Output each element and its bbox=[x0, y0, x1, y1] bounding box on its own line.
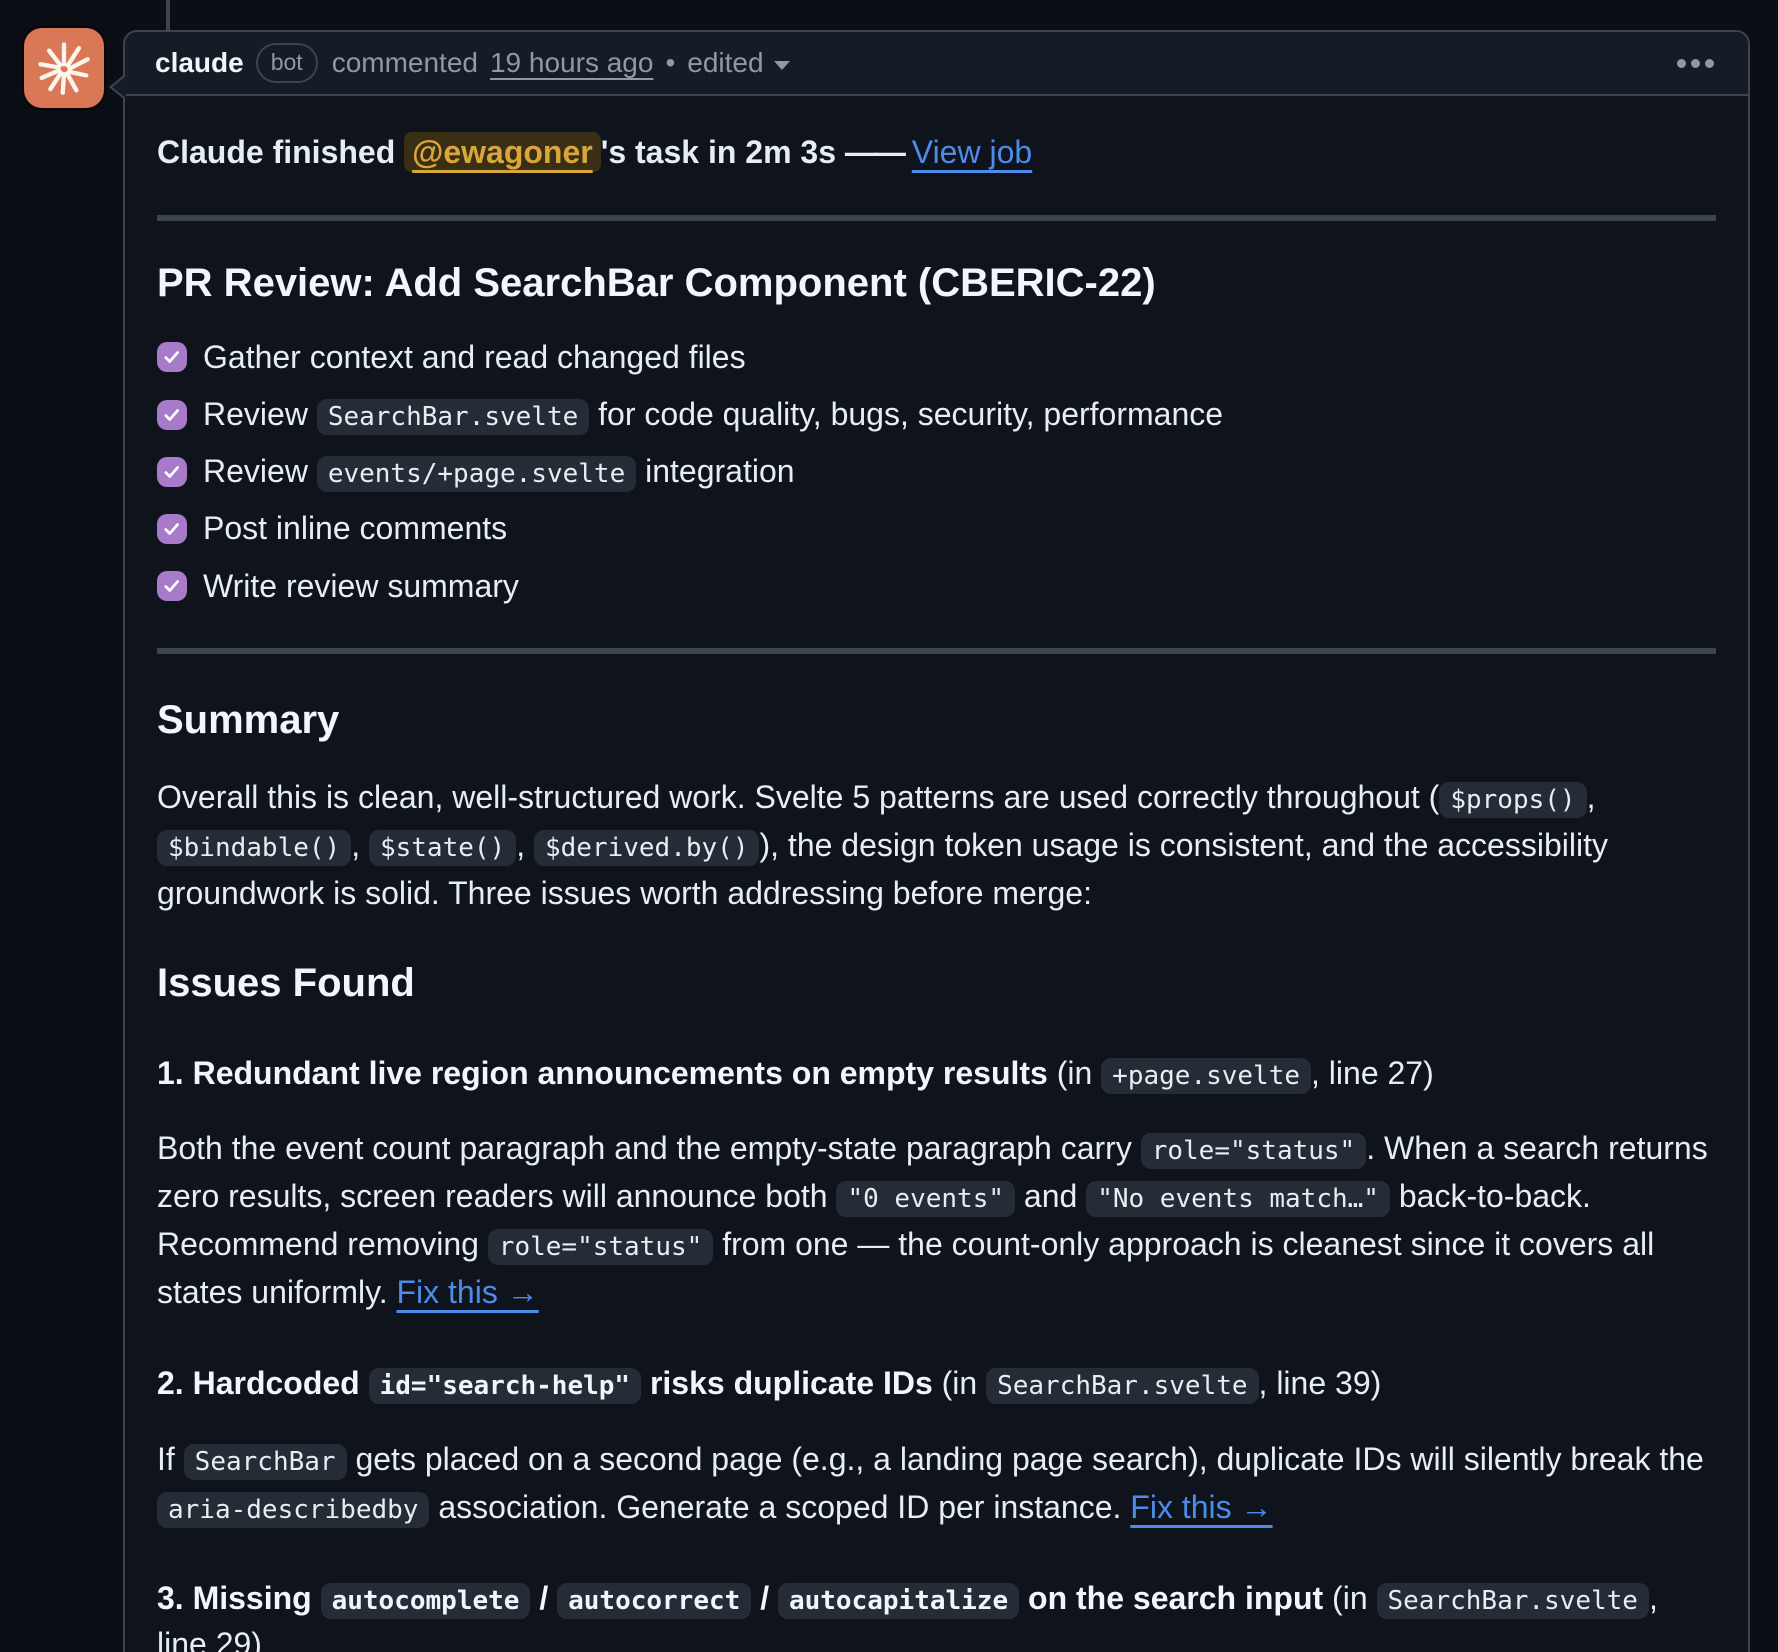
issue-block: 2. Hardcoded id="search-help" risks dupl… bbox=[157, 1360, 1716, 1530]
summary-paragraph: Overall this is clean, well-structured w… bbox=[157, 773, 1716, 917]
timestamp-link[interactable]: 19 hours ago bbox=[490, 47, 653, 79]
inline-code: SearchBar bbox=[184, 1444, 347, 1480]
bold-inline-code: autocorrect bbox=[557, 1580, 751, 1616]
inline-code: SearchBar.svelte bbox=[317, 399, 589, 435]
fix-this-link[interactable]: Fix this → bbox=[396, 1274, 538, 1310]
bold-text: on the search input bbox=[1019, 1580, 1323, 1616]
divider bbox=[157, 215, 1716, 221]
inline-code: $state() bbox=[369, 830, 516, 866]
comment-author[interactable]: claude bbox=[155, 47, 244, 79]
comment-card: claude bot commented 19 hours ago • edit… bbox=[123, 30, 1750, 1652]
issue-block: 3. Missing autocomplete / autocorrect / … bbox=[157, 1575, 1716, 1652]
inline-code: role="status" bbox=[1141, 1133, 1367, 1169]
checklist-item-label: Review events/+page.svelte integration bbox=[203, 450, 795, 493]
inline-code: SearchBar.svelte bbox=[986, 1368, 1258, 1404]
comment-header: claude bot commented 19 hours ago • edit… bbox=[125, 32, 1748, 96]
dot-separator: • bbox=[665, 47, 675, 79]
fix-this-link[interactable]: Fix this → bbox=[1130, 1489, 1272, 1525]
inline-code: $derived.by() bbox=[534, 830, 760, 866]
user-mention-link[interactable]: @ewagoner bbox=[404, 132, 601, 172]
issue-title: 1. Redundant live region announcements o… bbox=[157, 1050, 1716, 1096]
dash-separator: —— bbox=[845, 134, 903, 170]
checkbox-checked-icon bbox=[157, 571, 187, 601]
pr-review-title: PR Review: Add SearchBar Component (CBER… bbox=[157, 261, 1716, 306]
checklist-item-label: Write review summary bbox=[203, 565, 519, 608]
inline-code: "0 events" bbox=[836, 1181, 1015, 1217]
inline-code: $props() bbox=[1439, 782, 1586, 818]
checkbox-checked-icon bbox=[157, 514, 187, 544]
issues-found-heading: Issues Found bbox=[157, 961, 1716, 1006]
bold-text: 3. Missing bbox=[157, 1580, 321, 1616]
inline-code: role="status" bbox=[488, 1229, 714, 1265]
bold-inline-code: id="search-help" bbox=[369, 1365, 641, 1401]
inline-code: autocomplete bbox=[321, 1583, 531, 1619]
inline-code: "No events match…" bbox=[1086, 1181, 1390, 1217]
bold-inline-code: autocapitalize bbox=[778, 1580, 1019, 1616]
intro-prefix: Claude finished bbox=[157, 134, 404, 170]
inline-code: aria-describedby bbox=[157, 1492, 429, 1528]
issues-list: 1. Redundant live region announcements o… bbox=[157, 1050, 1716, 1652]
divider bbox=[157, 648, 1716, 654]
bold-text: / bbox=[751, 1580, 778, 1616]
inline-code: id="search-help" bbox=[369, 1368, 641, 1404]
bot-badge: bot bbox=[256, 43, 318, 83]
bold-text: / bbox=[530, 1580, 557, 1616]
inline-code: +page.svelte bbox=[1101, 1058, 1311, 1094]
intro-suffix: 's task in 2m 3s bbox=[601, 134, 845, 170]
issue-title: 2. Hardcoded id="search-help" risks dupl… bbox=[157, 1360, 1716, 1406]
summary-heading: Summary bbox=[157, 698, 1716, 743]
checkbox-checked-icon bbox=[157, 342, 187, 372]
checkbox-checked-icon bbox=[157, 400, 187, 430]
checklist-item-label: Review SearchBar.svelte for code quality… bbox=[203, 393, 1223, 436]
kebab-dot-icon bbox=[1705, 59, 1714, 68]
timeline-thread-line bbox=[166, 0, 170, 34]
checklist-item: Review events/+page.svelte integration bbox=[157, 450, 1716, 493]
comment-body: Claude finished @ewagoner's task in 2m 3… bbox=[125, 96, 1748, 1652]
bold-text: 2. Hardcoded bbox=[157, 1365, 369, 1401]
claude-bot-avatar[interactable] bbox=[24, 28, 104, 108]
comment-action-label: commented bbox=[332, 47, 478, 79]
kebab-dot-icon bbox=[1677, 59, 1686, 68]
issue-paragraph: If SearchBar gets placed on a second pag… bbox=[157, 1435, 1716, 1531]
checklist-item-label: Gather context and read changed files bbox=[203, 336, 746, 379]
bold-inline-code: autocomplete bbox=[321, 1580, 531, 1616]
claude-starburst-icon bbox=[33, 37, 95, 99]
issue-block: 1. Redundant live region announcements o… bbox=[157, 1050, 1716, 1316]
task-checklist: Gather context and read changed files Re… bbox=[157, 336, 1716, 608]
inline-code: SearchBar.svelte bbox=[1377, 1583, 1649, 1619]
issue-paragraph: Both the event count paragraph and the e… bbox=[157, 1124, 1716, 1316]
inline-code: events/+page.svelte bbox=[317, 456, 636, 492]
view-job-link[interactable]: View job bbox=[912, 134, 1032, 170]
bold-text: 1. Redundant live region announcements o… bbox=[157, 1055, 1048, 1091]
inline-code: autocapitalize bbox=[778, 1583, 1019, 1619]
inline-code: $bindable() bbox=[157, 830, 351, 866]
checklist-item-label: Post inline comments bbox=[203, 507, 507, 550]
edited-dropdown[interactable]: edited bbox=[687, 47, 789, 79]
kebab-dot-icon bbox=[1691, 59, 1700, 68]
speech-bubble-caret bbox=[109, 74, 125, 100]
checklist-item: Post inline comments bbox=[157, 507, 1716, 550]
chevron-down-icon bbox=[774, 61, 790, 70]
checklist-item: Write review summary bbox=[157, 565, 1716, 608]
checklist-item: Gather context and read changed files bbox=[157, 336, 1716, 379]
kebab-menu-button[interactable] bbox=[1673, 49, 1718, 78]
issue-title: 3. Missing autocomplete / autocorrect / … bbox=[157, 1575, 1716, 1652]
checkbox-checked-icon bbox=[157, 457, 187, 487]
inline-code: autocorrect bbox=[557, 1583, 751, 1619]
checklist-item: Review SearchBar.svelte for code quality… bbox=[157, 393, 1716, 436]
edited-label: edited bbox=[687, 47, 763, 79]
job-status-line: Claude finished @ewagoner's task in 2m 3… bbox=[157, 130, 1716, 175]
bold-text: risks duplicate IDs bbox=[641, 1365, 933, 1401]
